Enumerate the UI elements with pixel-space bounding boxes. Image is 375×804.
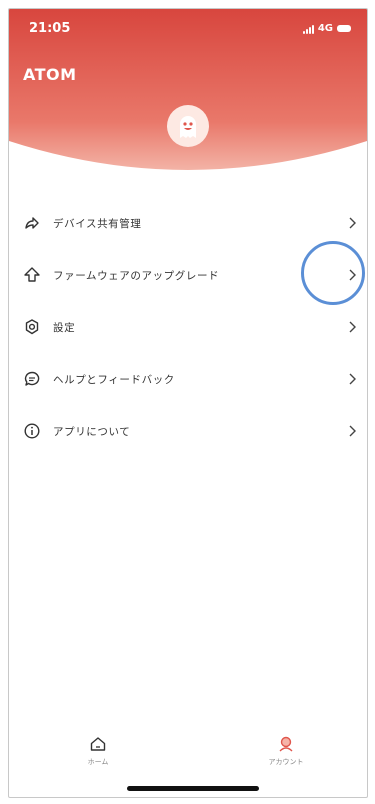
status-time: 21:05 [29, 21, 71, 36]
menu-item-label: 設定 [53, 321, 76, 334]
status-icons: 4G [302, 23, 351, 34]
menu-item-help-feedback[interactable]: ヘルプとフィードバック [9, 353, 367, 405]
phone-screen: 21:05 4G ATOM デバイス共有管理 ファームウェアのアップグレード 設… [8, 8, 368, 798]
battery-icon [337, 25, 351, 32]
chat-bubble-icon [24, 371, 40, 386]
profile-avatar[interactable] [167, 105, 209, 147]
bottom-tab-bar: ホーム アカウント [9, 727, 367, 797]
status-bar: 21:05 4G [9, 21, 367, 43]
home-indicator [127, 786, 259, 791]
annotation-highlight-circle [301, 241, 365, 305]
menu-item-label: アプリについて [53, 425, 131, 438]
share-icon [25, 217, 39, 229]
chevron-right-icon [349, 425, 356, 437]
profile-header: 21:05 4G ATOM [9, 9, 367, 184]
signal-icon [302, 24, 314, 34]
tab-label: ホーム [87, 758, 109, 766]
menu-item-about-app[interactable]: アプリについて [9, 405, 367, 457]
chevron-right-icon [349, 217, 356, 229]
info-icon [24, 423, 40, 439]
chevron-right-icon [349, 321, 356, 333]
menu-item-label: デバイス共有管理 [53, 217, 142, 230]
ghost-mascot-icon [180, 116, 196, 138]
tab-account[interactable]: アカウント [241, 735, 331, 767]
upgrade-arrow-icon [24, 267, 40, 282]
menu-item-settings[interactable]: 設定 [9, 301, 367, 353]
menu-item-device-sharing[interactable]: デバイス共有管理 [9, 197, 367, 249]
home-icon [90, 737, 106, 751]
chevron-right-icon [349, 373, 356, 385]
menu-item-label: ヘルプとフィードバック [53, 373, 175, 386]
brand-title: ATOM [23, 65, 77, 84]
network-type: 4G [317, 23, 333, 34]
settings-gear-icon [25, 319, 39, 335]
tab-label: アカウント [268, 758, 304, 766]
tab-home[interactable]: ホーム [53, 735, 143, 767]
account-icon [279, 736, 293, 752]
settings-menu: デバイス共有管理 ファームウェアのアップグレード 設定 ヘルプとフィードバック … [9, 197, 367, 457]
menu-item-label: ファームウェアのアップグレード [53, 269, 220, 282]
